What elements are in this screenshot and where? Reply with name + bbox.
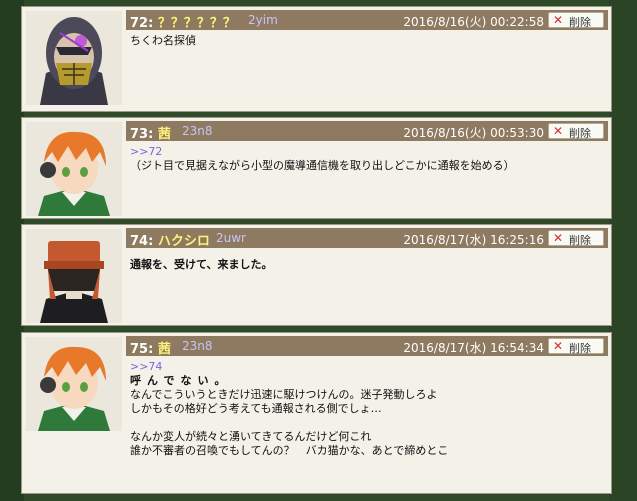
post-72: 72: ？？？？？？ 2yim 2016/8/16(火) 00:22:58 ✕ … xyxy=(21,6,612,112)
post-line: なんでこういうときだけ迅速に駆けつけんの。迷子発動しろよ xyxy=(130,388,438,401)
masked-character-avatar xyxy=(26,11,122,105)
poster-name: ハクシロ xyxy=(157,234,210,249)
reply-link[interactable]: >>72 xyxy=(130,145,603,159)
post-body: >>74 呼んでない。 なんでこういうときだけ迅速に駆けつけんの。迷子発動しろよ… xyxy=(130,360,603,458)
poster-id: 2uwr xyxy=(216,231,246,245)
post-line: なんか変人が続々と湧いてきてるんだけど何これ xyxy=(130,430,372,443)
orange-hair-avatar xyxy=(26,337,122,431)
post-number: 73: xyxy=(130,127,154,142)
post-73: 73: 茜 23n8 2016/8/16(火) 00:53:30 ✕ 削除 >>… xyxy=(21,117,612,219)
right-background-rail xyxy=(609,0,637,501)
post-date: 2016/8/16(火) 00:53:30 xyxy=(403,126,544,140)
post-75: 75: 茜 23n8 2016/8/17(水) 16:54:34 ✕ 削除 >>… xyxy=(21,332,612,494)
post-line: しかもその格好どう考えても通報される側でしょ… xyxy=(130,402,382,415)
post-body: 通報を、受けて、来ました。 xyxy=(130,258,603,272)
post-line: 通報を、受けて、来ました。 xyxy=(130,258,273,271)
poster-name: 茜 xyxy=(157,342,171,357)
poster-id: 2yim xyxy=(248,13,278,27)
poster-id: 23n8 xyxy=(182,124,213,138)
delete-x-icon: ✕ xyxy=(553,339,564,353)
orange-hair-avatar xyxy=(26,122,122,216)
post-date: 2016/8/16(火) 00:22:58 xyxy=(403,15,544,29)
post-header: 74: ハクシロ 2uwr 2016/8/17(水) 16:25:16 ✕ 削除 xyxy=(126,228,608,249)
delete-x-icon: ✕ xyxy=(553,13,564,27)
delete-x-icon: ✕ xyxy=(553,124,564,138)
post-line: （ジト目で見据えながら小型の魔導通信機を取り出しどこかに通報を始める） xyxy=(130,159,515,172)
reply-link[interactable]: >>74 xyxy=(130,360,603,374)
delete-button[interactable]: ✕ 削除 xyxy=(548,12,604,29)
delete-button[interactable]: ✕ 削除 xyxy=(548,230,604,247)
delete-button[interactable]: ✕ 削除 xyxy=(548,123,604,140)
post-header: 72: ？？？？？？ 2yim 2016/8/16(火) 00:22:58 ✕ … xyxy=(126,10,608,31)
post-number: 75: xyxy=(130,342,154,357)
post-74: 74: ハクシロ 2uwr 2016/8/17(水) 16:25:16 ✕ 削除… xyxy=(21,224,612,326)
post-header: 73: 茜 23n8 2016/8/16(火) 00:53:30 ✕ 削除 xyxy=(126,121,608,142)
post-line: 呼んでない。 xyxy=(130,374,232,387)
post-line: 誰か不審者の召喚でもしてんの？ バカ猫かな、あとで締めとこ xyxy=(130,444,449,457)
delete-button[interactable]: ✕ 削除 xyxy=(548,338,604,355)
poster-name: ？？？？？？ xyxy=(157,16,236,31)
poster-name: 茜 xyxy=(157,127,171,142)
post-body: ちくわ名探偵 xyxy=(130,34,603,48)
post-date: 2016/8/17(水) 16:54:34 xyxy=(403,341,544,355)
post-line: ちくわ名探偵 xyxy=(130,34,196,47)
poster-id: 23n8 xyxy=(182,339,213,353)
hooded-character-avatar xyxy=(26,229,122,323)
post-number: 74: xyxy=(130,234,154,249)
post-date: 2016/8/17(水) 16:25:16 xyxy=(403,233,544,247)
post-body: >>72 （ジト目で見据えながら小型の魔導通信機を取り出しどこかに通報を始める） xyxy=(130,145,603,173)
delete-x-icon: ✕ xyxy=(553,231,564,245)
post-number: 72: xyxy=(130,16,154,31)
post-header: 75: 茜 23n8 2016/8/17(水) 16:54:34 ✕ 削除 xyxy=(126,336,608,357)
